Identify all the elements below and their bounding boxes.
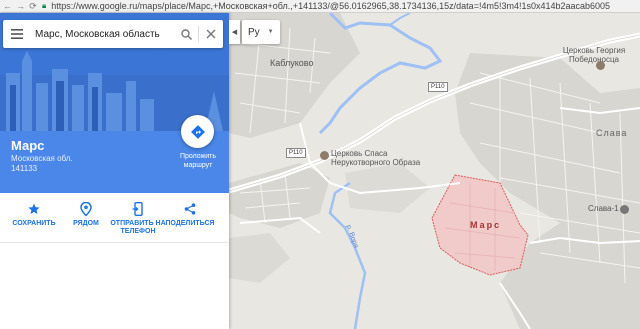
- lock-icon: 🔒︎: [42, 1, 47, 10]
- share-label: ПОДЕЛИТЬСЯ: [165, 220, 215, 227]
- directions-icon: [190, 124, 205, 139]
- nearby-label: РЯДОМ: [73, 220, 99, 227]
- place-title: Марс: [11, 138, 45, 153]
- directions-label[interactable]: Проложить маршрут: [170, 152, 226, 170]
- map-label-church-georgy[interactable]: Церковь Георгия Победоносца: [548, 46, 640, 64]
- save-button[interactable]: СОХРАНИТЬ: [6, 201, 62, 228]
- menu-icon: [11, 29, 23, 39]
- share-button[interactable]: ПОДЕЛИТЬСЯ: [162, 201, 218, 228]
- map-label-kablukovo[interactable]: Каблуково: [270, 58, 313, 68]
- map-label-slava1[interactable]: Слава-1: [588, 204, 619, 213]
- share-icon: [184, 203, 196, 215]
- collapse-panel-button[interactable]: ◀: [229, 20, 240, 44]
- star-icon: [28, 203, 40, 214]
- back-arrow-icon[interactable]: ←: [3, 1, 12, 11]
- place-pin-icon[interactable]: [620, 205, 629, 214]
- url-text[interactable]: https://www.google.ru/maps/place/Марс,+М…: [51, 1, 610, 11]
- map-label-church-spas[interactable]: Церковь Спаса Нерукотворного Образа: [331, 149, 431, 167]
- forward-arrow-icon[interactable]: →: [16, 1, 25, 11]
- road-shield: P110: [428, 82, 448, 92]
- nearby-pin-icon: [80, 202, 92, 216]
- nearby-button[interactable]: РЯДОМ: [58, 201, 114, 228]
- action-bar: СОХРАНИТЬ РЯДОМ ОТПРАВИТЬ НА ТЕЛЕФОН ПОД…: [0, 193, 229, 243]
- search-button[interactable]: [174, 20, 198, 48]
- clear-search-button[interactable]: [199, 20, 223, 48]
- search-input[interactable]: Марс, Московская область: [31, 29, 174, 40]
- send-to-phone-label: ОТПРАВИТЬ НА ТЕЛЕФОН: [110, 220, 166, 235]
- road-shield: P110: [286, 148, 306, 158]
- save-label: СОХРАНИТЬ: [12, 220, 56, 227]
- maps-window: ← → ⟳ 🔒︎ https://www.google.ru/maps/plac…: [0, 0, 640, 329]
- place-region: Московская обл.: [11, 154, 73, 163]
- map-label-mars[interactable]: Марс: [470, 220, 501, 230]
- place-panel: Марс, Московская область Марс Московская…: [0, 13, 229, 329]
- send-to-phone-button[interactable]: ОТПРАВИТЬ НА ТЕЛЕФОН: [110, 201, 166, 236]
- language-value: Ру: [248, 26, 260, 38]
- send-to-phone-icon: [132, 202, 143, 216]
- search-box[interactable]: Марс, Московская область: [3, 20, 223, 48]
- place-postal-code: 141133: [11, 164, 38, 173]
- church-icon[interactable]: [320, 151, 329, 160]
- menu-button[interactable]: [3, 20, 31, 48]
- language-select[interactable]: Ру ▼: [242, 20, 280, 44]
- browser-address-bar[interactable]: ← → ⟳ 🔒︎ https://www.google.ru/maps/plac…: [0, 0, 640, 13]
- directions-button[interactable]: [181, 115, 214, 148]
- map-label-slava[interactable]: Слава: [596, 128, 627, 138]
- chevron-left-icon: ◀: [231, 29, 238, 36]
- reload-icon[interactable]: ⟳: [29, 1, 37, 12]
- search-icon: [180, 28, 192, 40]
- chevron-down-icon: ▼: [267, 29, 274, 35]
- close-icon: [206, 29, 216, 39]
